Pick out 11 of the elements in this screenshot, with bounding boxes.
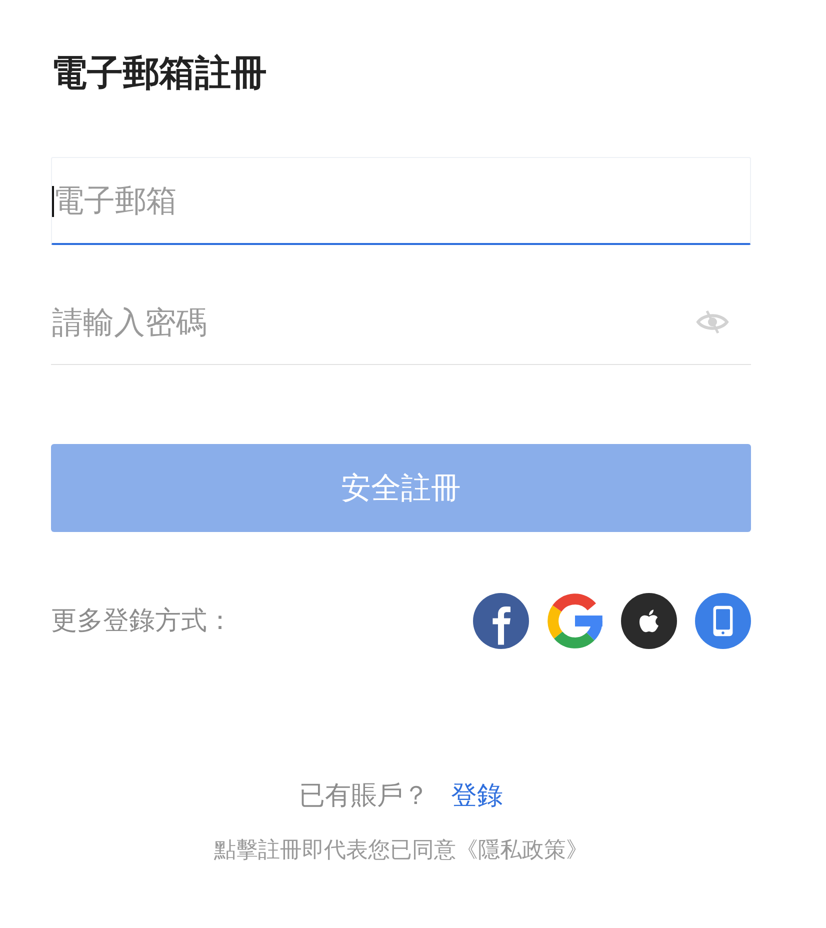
email-field[interactable]: 電子郵箱	[51, 157, 751, 245]
login-link[interactable]: 登錄	[451, 778, 503, 814]
privacy-policy-text: 點擊註冊即代表您已同意《隱私政策》	[213, 837, 589, 865]
more-login-label: 更多登錄方式：	[51, 604, 233, 638]
text-cursor	[52, 186, 54, 217]
tablet-icon[interactable]	[695, 593, 751, 649]
google-icon[interactable]	[547, 593, 603, 649]
facebook-icon[interactable]	[473, 593, 529, 649]
account-prompt-text: 已有賬戶？	[299, 780, 429, 813]
apple-icon[interactable]	[621, 593, 677, 649]
page-title: 電子郵箱註冊	[51, 52, 268, 96]
